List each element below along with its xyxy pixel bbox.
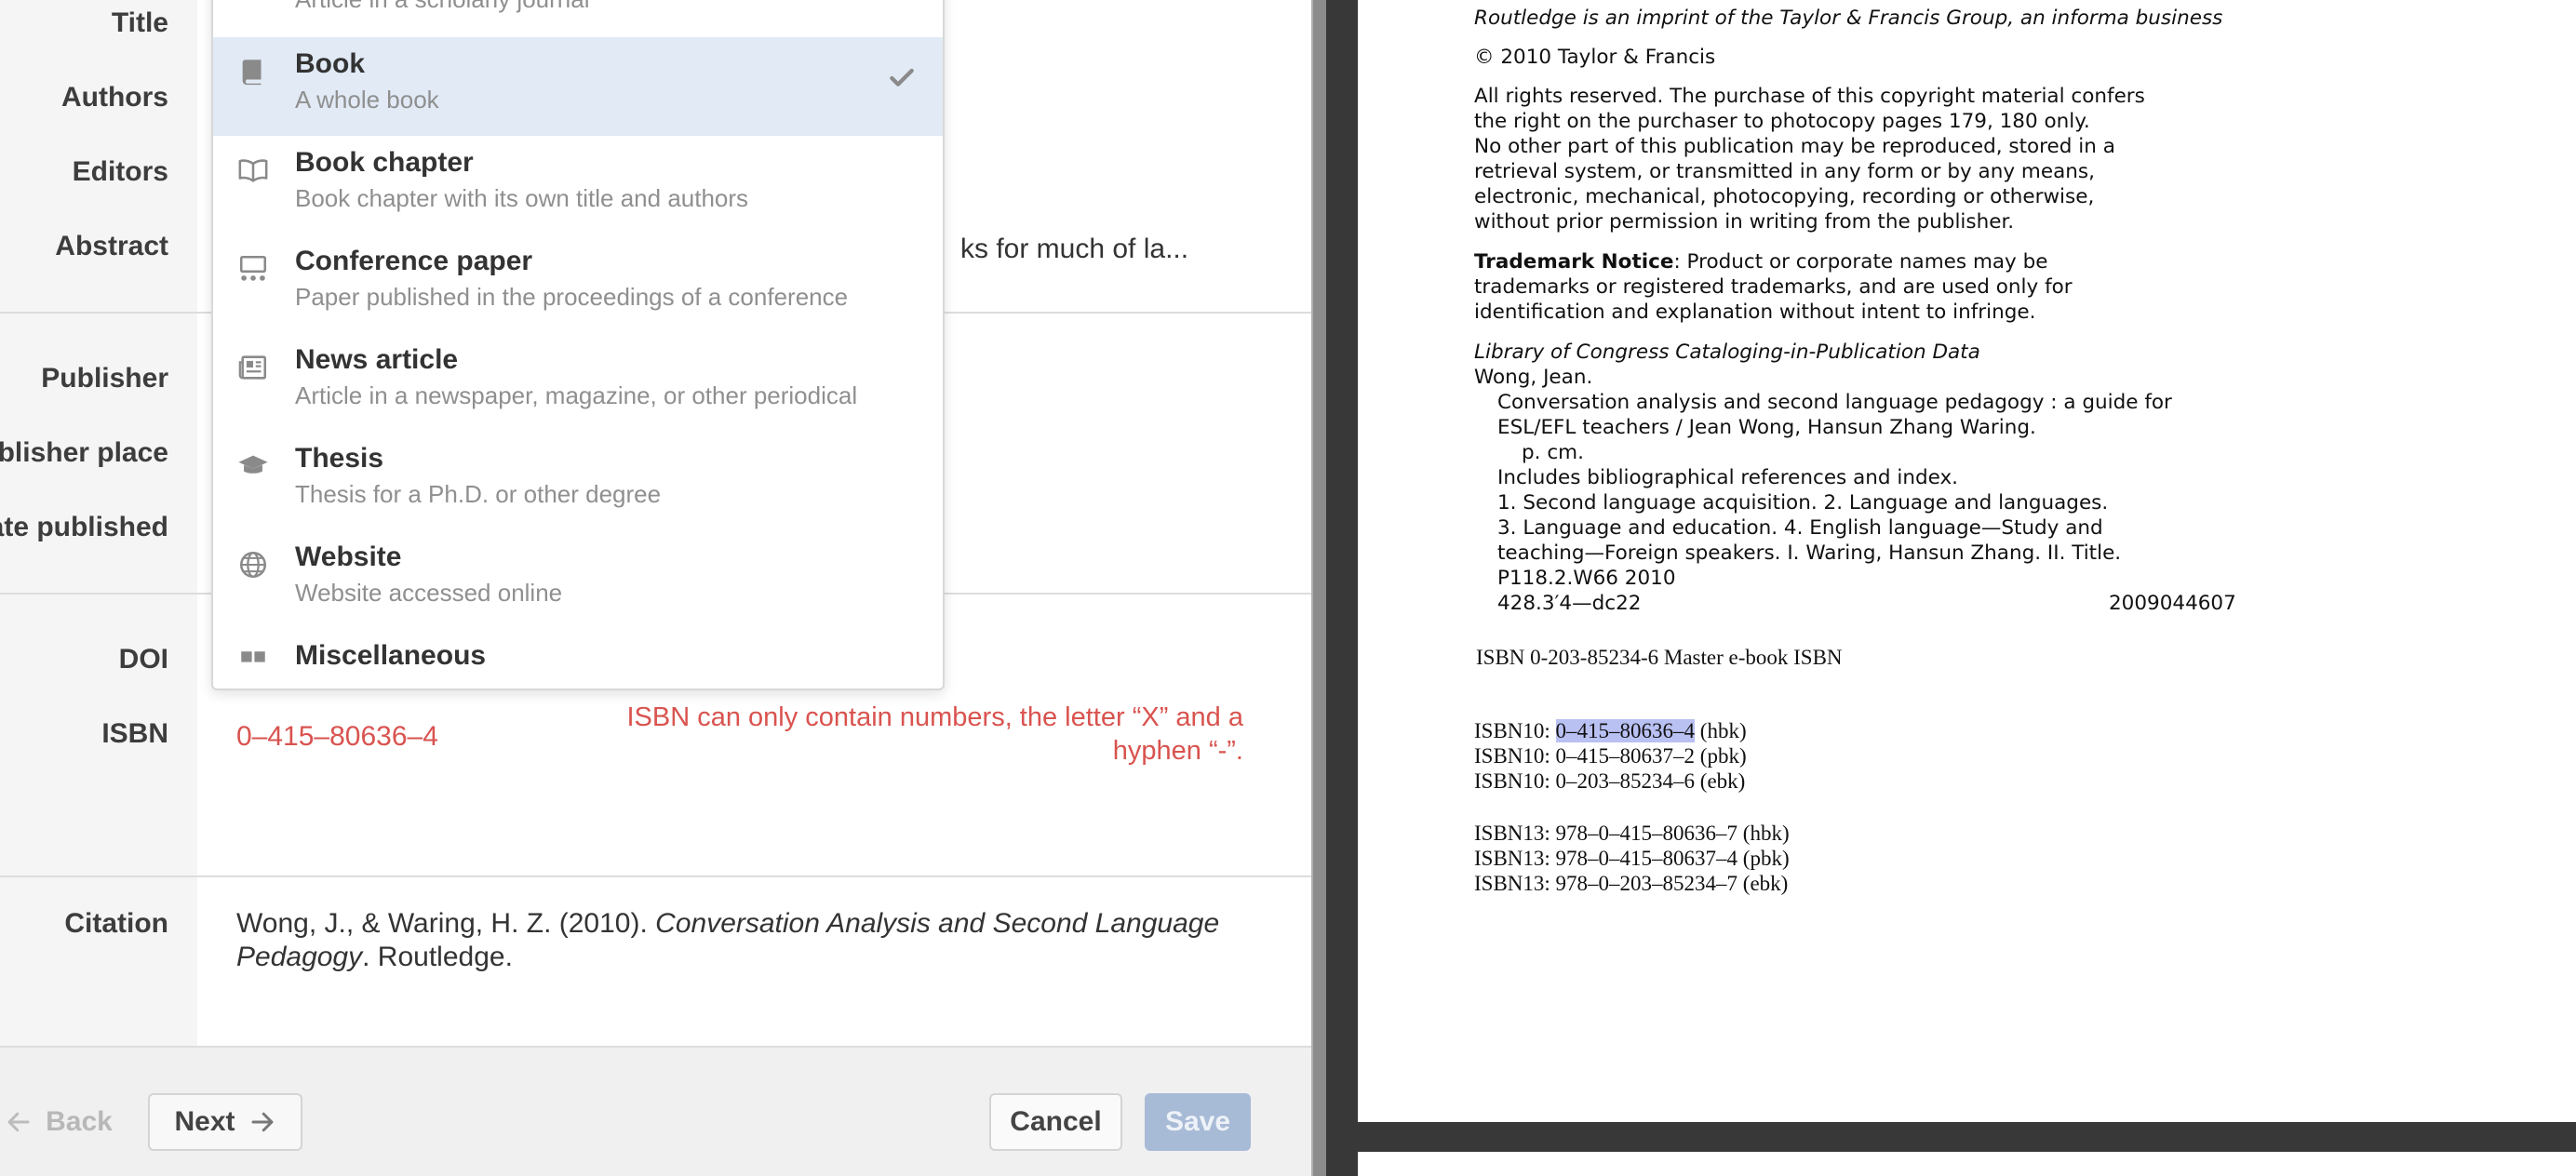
reference-form-panel: Title Authors Editors Abstract Publisher… bbox=[0, 0, 1311, 1176]
graduation-cap-icon bbox=[238, 455, 268, 474]
dropdown-item-miscellaneous[interactable]: Miscellaneous bbox=[213, 629, 943, 688]
citation-label: Citation bbox=[64, 908, 168, 939]
back-button[interactable]: Back bbox=[0, 1093, 128, 1151]
pdf-isbn-line: ISBN13: 978–0–415–80636–7 (hbk) bbox=[1474, 822, 1790, 845]
next-label: Next bbox=[174, 1106, 235, 1137]
book-icon bbox=[242, 60, 262, 86]
publisher-place-label: ublisher place bbox=[0, 437, 168, 468]
dropdown-item-title: Conference paper bbox=[295, 246, 533, 276]
dropdown-item-book[interactable]: Book A whole book bbox=[213, 37, 943, 136]
arrow-right-icon bbox=[251, 1112, 274, 1132]
dropdown-item-title: Miscellaneous bbox=[295, 640, 487, 671]
globe-icon bbox=[239, 551, 267, 579]
title-label: Title bbox=[111, 7, 168, 38]
isbn-field[interactable]: 0–415–80636–4 bbox=[236, 721, 438, 753]
pdf-lccn: 2009044607 bbox=[2109, 592, 2236, 615]
next-button[interactable]: Next bbox=[148, 1093, 302, 1151]
reference-type-dropdown[interactable]: Article in a scholarly journal Book A wh… bbox=[211, 0, 945, 690]
dropdown-item-title: Book bbox=[295, 48, 365, 79]
dropdown-item-subtitle: Website accessed online bbox=[295, 579, 563, 607]
dropdown-item-title: Book chapter bbox=[295, 147, 474, 178]
isbn-label: ISBN bbox=[101, 718, 168, 749]
pdf-loc-line: Includes bibliographical references and … bbox=[1497, 466, 1959, 489]
dropdown-item-subtitle: Book chapter with its own title and auth… bbox=[295, 184, 749, 212]
dropdown-item-book-chapter[interactable]: Book chapter Book chapter with its own t… bbox=[213, 136, 943, 234]
pdf-viewer: Routledge is an imprint of the Taylor & … bbox=[1326, 0, 2576, 1176]
editors-label: Editors bbox=[72, 156, 168, 187]
pdf-loc-header: Library of Congress Cataloging-in-Public… bbox=[1474, 340, 1980, 365]
dropdown-item-subtitle: Thesis for a Ph.D. or other degree bbox=[295, 480, 662, 508]
pdf-trademark-line: identification and explanation without i… bbox=[1474, 301, 2036, 324]
misc-icon bbox=[241, 651, 265, 662]
presentation-icon bbox=[239, 255, 267, 281]
pdf-trademark-line: trademarks or registered trademarks, and… bbox=[1474, 275, 2073, 299]
cancel-button[interactable]: Cancel bbox=[989, 1093, 1122, 1151]
pdf-copyright: © 2010 Taylor & Francis bbox=[1474, 46, 1716, 69]
pdf-loc-line: p. cm. bbox=[1522, 441, 1584, 464]
pdf-loc-line: Wong, Jean. bbox=[1474, 366, 1593, 389]
pdf-page: Routledge is an imprint of the Taylor & … bbox=[1358, 0, 2576, 1122]
dropdown-item-conference-paper[interactable]: Conference paper Paper published in the … bbox=[213, 234, 943, 333]
back-label: Back bbox=[46, 1106, 113, 1137]
pdf-isbn-prefix: ISBN10: bbox=[1474, 719, 1556, 742]
isbn-error-message: ISBN can only contain numbers, the lette… bbox=[626, 702, 1243, 766]
authors-label: Authors bbox=[61, 82, 168, 113]
pdf-rights-line: retrieval system, or transmitted in any … bbox=[1474, 160, 2095, 183]
publisher-label: Publisher bbox=[41, 363, 168, 394]
pdf-loc-line: 3. Language and education. 4. English la… bbox=[1497, 516, 2103, 540]
pdf-isbn10-hbk: ISBN10: 0–415–80636–4 (hbk) bbox=[1474, 718, 1747, 743]
pdf-loc-line: ESL/EFL teachers / Jean Wong, Hansun Zha… bbox=[1497, 416, 2036, 439]
pdf-imprint-line: Routledge is an imprint of the Taylor & … bbox=[1474, 6, 2222, 31]
pdf-loc-line: P118.2.W66 2010 bbox=[1497, 567, 1676, 590]
pdf-trademark-text: : Product or corporate names may be bbox=[1673, 250, 2048, 274]
dropdown-item-title: Thesis bbox=[295, 443, 384, 474]
citation-suffix: . Routledge. bbox=[362, 942, 513, 972]
pdf-isbn-line: ISBN13: 978–0–203–85234–7 (ebk) bbox=[1474, 872, 1789, 895]
pdf-rights-line: All rights reserved. The purchase of thi… bbox=[1474, 85, 2145, 108]
pdf-master-isbn: ISBN 0-203-85234-6 Master e-book ISBN bbox=[1476, 646, 1843, 669]
save-button[interactable]: Save bbox=[1145, 1093, 1251, 1151]
dropdown-item-thesis[interactable]: Thesis Thesis for a Ph.D. or other degre… bbox=[213, 432, 943, 530]
pdf-loc-line: 1. Second language acquisition. 2. Langu… bbox=[1497, 491, 2109, 514]
abstract-label: Abstract bbox=[55, 231, 168, 261]
date-published-label: ate published bbox=[0, 512, 168, 542]
pdf-isbn-line: ISBN10: 0–415–80637–2 (pbk) bbox=[1474, 744, 1747, 768]
split-pane-divider[interactable] bbox=[1311, 0, 1326, 1176]
pdf-isbn-highlight[interactable]: 0–415–80636–4 bbox=[1555, 719, 1696, 742]
dropdown-item-title: Website bbox=[295, 541, 402, 572]
pdf-class-number: 428.3′4—dc22 bbox=[1497, 592, 1642, 615]
arrow-left-icon bbox=[7, 1112, 30, 1132]
dropdown-item-title: News article bbox=[295, 344, 459, 375]
checkmark-icon bbox=[890, 68, 914, 87]
pdf-isbn-suffix: (hbk) bbox=[1695, 719, 1747, 742]
dropdown-item-subtitle: Paper published in the proceedings of a … bbox=[295, 283, 849, 311]
dropdown-item-subtitle: Article in a newspaper, magazine, or oth… bbox=[295, 381, 858, 409]
pdf-rights-line: the right on the purchaser to photocopy … bbox=[1474, 110, 2090, 133]
abstract-field[interactable]: ks for much of la... bbox=[960, 234, 1188, 265]
pdf-imprint-text: Routledge is an imprint of the Taylor & … bbox=[1474, 7, 2223, 30]
dropdown-item-journal-subtitle: Article in a scholarly journal bbox=[295, 0, 589, 14]
dropdown-item-subtitle: A whole book bbox=[295, 86, 439, 114]
citation-preview: Wong, J., & Waring, H. Z. (2010). Conver… bbox=[236, 907, 1279, 974]
pdf-trademark-heading: Trademark Notice bbox=[1474, 250, 1674, 274]
pdf-loc-line: Conversation analysis and second languag… bbox=[1497, 391, 2172, 414]
open-book-icon bbox=[238, 159, 268, 182]
citation-prefix: Wong, J., & Waring, H. Z. (2010). bbox=[236, 908, 656, 939]
pdf-rights-line: without prior permission in writing from… bbox=[1474, 210, 2015, 234]
dropdown-item-news-article[interactable]: News article Article in a newspaper, mag… bbox=[213, 333, 943, 432]
pdf-trademark-line: Trademark Notice: Product or corporate n… bbox=[1474, 249, 2048, 274]
pdf-isbn-line: ISBN10: 0–203–85234–6 (ebk) bbox=[1474, 769, 1746, 793]
doi-label: DOI bbox=[118, 644, 168, 675]
pdf-rights-line: electronic, mechanical, photocopying, re… bbox=[1474, 185, 2095, 208]
pdf-loc-line: teaching—Foreign speakers. I. Waring, Ha… bbox=[1497, 541, 2122, 565]
pdf-isbn-line: ISBN13: 978–0–415–80637–4 (pbk) bbox=[1474, 847, 1790, 870]
pdf-loc-header-text: Library of Congress Cataloging-in-Public… bbox=[1474, 341, 1980, 364]
newspaper-icon bbox=[238, 355, 267, 380]
dropdown-item-website[interactable]: Website Website accessed online bbox=[213, 530, 943, 629]
pdf-next-page bbox=[1358, 1152, 2576, 1176]
pdf-rights-line: No other part of this publication may be… bbox=[1474, 135, 2115, 158]
